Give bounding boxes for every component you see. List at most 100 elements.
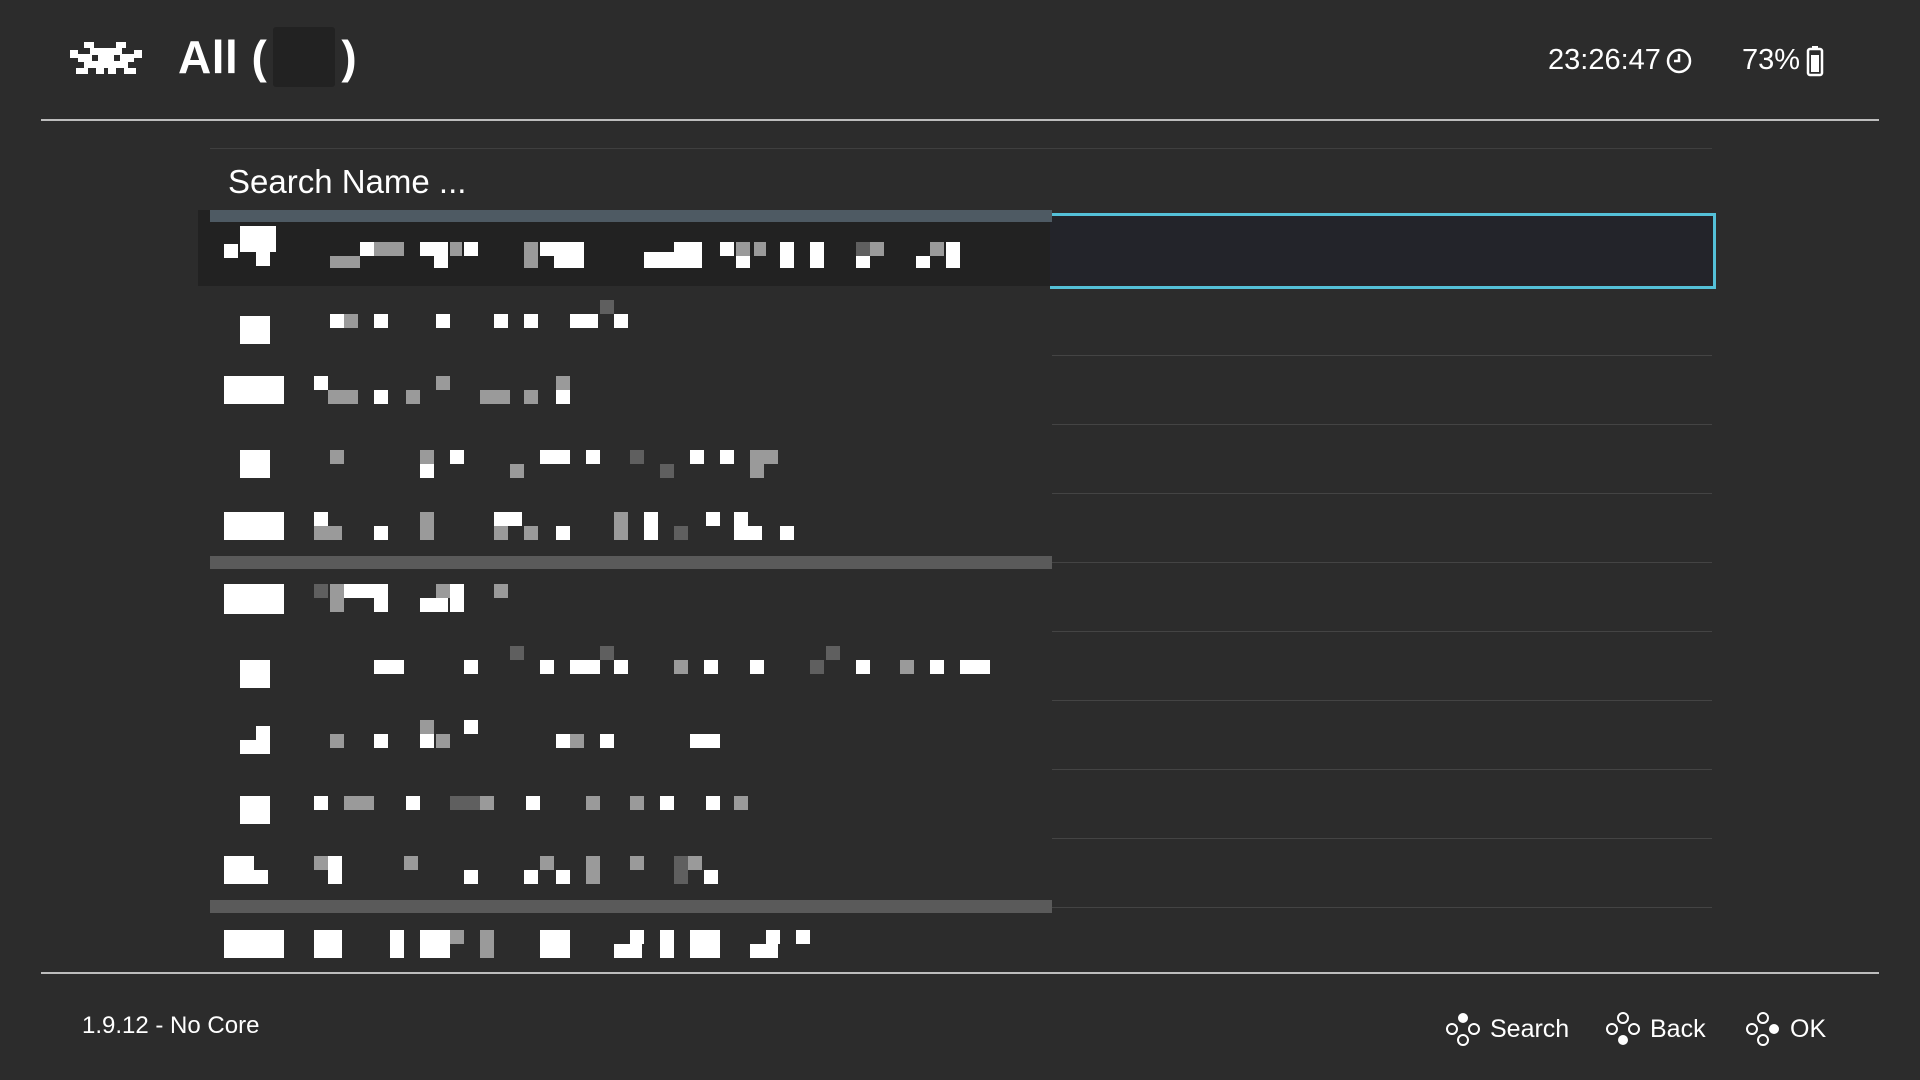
- row-divider: [1052, 769, 1712, 770]
- redacted-text-block: [930, 242, 944, 256]
- redacted-text-block: [224, 856, 254, 884]
- list-item[interactable]: [210, 716, 1052, 776]
- row-divider: [1052, 631, 1712, 632]
- redacted-text-block: [720, 450, 734, 464]
- redacted-text-block: [328, 390, 358, 404]
- gamepad-button-icon: [1606, 1012, 1640, 1045]
- redacted-text-block: [856, 256, 870, 268]
- redacted-text-block: [540, 660, 554, 674]
- redacted-text-block: [436, 584, 450, 598]
- redacted-text-block: [224, 930, 284, 958]
- title-prefix: All (: [178, 31, 268, 83]
- redacted-text-block: [420, 598, 448, 612]
- redacted-text-block: [256, 726, 270, 740]
- list-item[interactable]: [210, 920, 1052, 980]
- header-divider: [41, 119, 1879, 121]
- redacted-text-block: [240, 660, 270, 688]
- redacted-text-block: [374, 734, 388, 748]
- redacted-text-block: [556, 376, 570, 390]
- row-divider: [1052, 838, 1712, 839]
- redacted-text-block: [674, 242, 702, 268]
- redacted-text-block: [960, 660, 990, 674]
- hint-search[interactable]: Search: [1446, 1012, 1569, 1046]
- redacted-text-block: [224, 584, 284, 614]
- redacted-text-block: [390, 930, 404, 958]
- redacted-text-block: [494, 584, 508, 598]
- redacted-text-block: [780, 526, 794, 540]
- hint-label: OK: [1790, 1014, 1827, 1043]
- row-divider: [1052, 562, 1712, 563]
- list-item[interactable]: [210, 500, 1052, 560]
- redacted-text-block: [930, 660, 944, 674]
- redacted-text-block: [450, 450, 464, 464]
- hint-back[interactable]: Back: [1606, 1012, 1706, 1046]
- redacted-text-block: [314, 796, 328, 810]
- redacted-text-block: [780, 242, 794, 268]
- redacted-text-block: [706, 796, 720, 810]
- list-item[interactable]: [210, 436, 1052, 496]
- redacted-text-block: [374, 660, 404, 674]
- redacted-text-block: [436, 376, 450, 390]
- clock-time: 23:26:47: [1548, 44, 1661, 76]
- search-field[interactable]: Search Name ...: [210, 148, 1712, 213]
- row-divider: [1052, 907, 1712, 908]
- hint-label: Back: [1650, 1014, 1706, 1043]
- redacted-text-block: [556, 734, 570, 748]
- redacted-text-block: [406, 390, 420, 404]
- redacted-text-block: [810, 242, 824, 268]
- redacted-text-block: [436, 314, 450, 328]
- list-item-selected[interactable]: [210, 222, 1052, 282]
- redacted-text-block: [614, 512, 628, 540]
- redacted-text-block: [614, 660, 628, 674]
- list-item[interactable]: [210, 846, 1052, 906]
- redacted-text-block: [464, 720, 478, 734]
- list-item[interactable]: [210, 780, 1052, 840]
- redacted-text-block: [600, 734, 614, 748]
- redacted-text-block: [314, 526, 328, 540]
- redacted-text-block: [344, 796, 374, 810]
- redacted-text-block: [374, 242, 404, 256]
- redacted-text-block: [374, 314, 388, 328]
- redacted-text-block: [420, 930, 450, 958]
- redacted-text-block: [946, 242, 960, 268]
- battery-status: 73%: [1742, 44, 1824, 77]
- hint-ok[interactable]: OK: [1746, 1012, 1826, 1046]
- redacted-text-block: [256, 252, 270, 266]
- redacted-text-block: [464, 242, 478, 256]
- redacted-text-block: [630, 796, 644, 810]
- redacted-text-block: [224, 376, 284, 404]
- search-placeholder: Search Name ...: [228, 163, 467, 200]
- clock-icon: [1666, 48, 1692, 73]
- selected-item-highlight[interactable]: [1050, 213, 1716, 289]
- list-item[interactable]: [210, 366, 1052, 426]
- redacted-text-block: [374, 390, 388, 404]
- redacted-text-block: [330, 314, 344, 328]
- redacted-text-block: [524, 870, 538, 884]
- redacted-text-block: [586, 796, 600, 810]
- redacted-text-block: [750, 944, 778, 958]
- redacted-text-block: [314, 930, 342, 958]
- footer-divider: [41, 972, 1879, 974]
- redacted-text-block: [344, 314, 358, 328]
- list-item[interactable]: [210, 574, 1052, 634]
- redacted-text-block: [736, 256, 750, 268]
- screen: All () 23:26:47 73% Search Name ... 1.9.…: [0, 0, 1920, 1080]
- redacted-text-block: [630, 450, 644, 464]
- clock: 23:26:47: [1548, 44, 1693, 77]
- redacted-text-block: [540, 242, 584, 256]
- redacted-text-block: [240, 226, 276, 252]
- redacted-text-block: [450, 242, 462, 256]
- title-suffix: ): [341, 31, 358, 83]
- redacted-text-block: [916, 256, 930, 268]
- redacted-text-block: [660, 464, 674, 478]
- list-item[interactable]: [210, 642, 1052, 702]
- redacted-text-block: [330, 734, 344, 748]
- redacted-text-block: [328, 526, 342, 540]
- redacted-text-block: [420, 242, 448, 256]
- redacted-text-block: [600, 300, 614, 314]
- redacted-text-block: [240, 740, 270, 754]
- redacted-text-block: [434, 256, 448, 268]
- list-item[interactable]: [210, 298, 1052, 358]
- redacted-text-block: [554, 256, 584, 268]
- battery-percent: 73%: [1742, 44, 1801, 76]
